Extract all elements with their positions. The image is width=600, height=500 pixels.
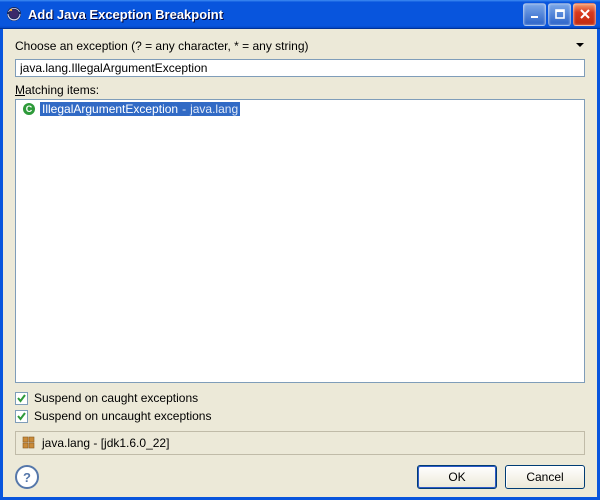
ok-button[interactable]: OK [417,465,497,489]
maximize-button[interactable] [548,3,571,26]
status-text: java.lang - [jdk1.6.0_22] [42,436,169,450]
minimize-button[interactable] [523,3,546,26]
suspend-uncaught-checkbox[interactable] [15,410,28,423]
class-name: IllegalArgumentException [42,102,178,116]
class-icon: C [22,102,36,116]
title-bar[interactable]: Add Java Exception Breakpoint [0,0,600,29]
dialog-window: Add Java Exception Breakpoint Choose an … [0,0,600,500]
window-title: Add Java Exception Breakpoint [28,7,523,22]
cancel-button[interactable]: Cancel [505,465,585,489]
exception-search-input[interactable] [15,59,585,77]
status-bar: java.lang - [jdk1.6.0_22] [15,431,585,455]
suspend-uncaught-label: Suspend on uncaught exceptions [34,409,211,423]
mnemonic-char: M [15,83,25,97]
history-dropdown-icon[interactable] [567,39,585,53]
list-item-text: IllegalArgumentException - java.lang [40,102,240,116]
button-row: ? OK Cancel [15,465,585,489]
list-item[interactable]: C IllegalArgumentException - java.lang [16,100,584,117]
package-icon [22,436,36,450]
suspend-caught-label: Suspend on caught exceptions [34,391,198,405]
eclipse-icon [6,6,22,22]
prompt-row: Choose an exception (? = any character, … [15,39,585,53]
prompt-label: Choose an exception (? = any character, … [15,39,567,53]
help-button[interactable]: ? [15,465,39,489]
suspend-uncaught-row: Suspend on uncaught exceptions [15,409,585,423]
separator: - [182,102,186,116]
svg-text:C: C [26,104,33,114]
dialog-body: Choose an exception (? = any character, … [0,29,600,500]
suspend-caught-row: Suspend on caught exceptions [15,391,585,405]
suspend-caught-checkbox[interactable] [15,392,28,405]
close-button[interactable] [573,3,596,26]
window-buttons [523,3,596,26]
matching-items-list[interactable]: C IllegalArgumentException - java.lang [15,99,585,383]
matching-items-label: Matching items: [15,83,585,97]
matching-label-text: atching items: [25,83,99,97]
package-name: java.lang [190,102,238,116]
